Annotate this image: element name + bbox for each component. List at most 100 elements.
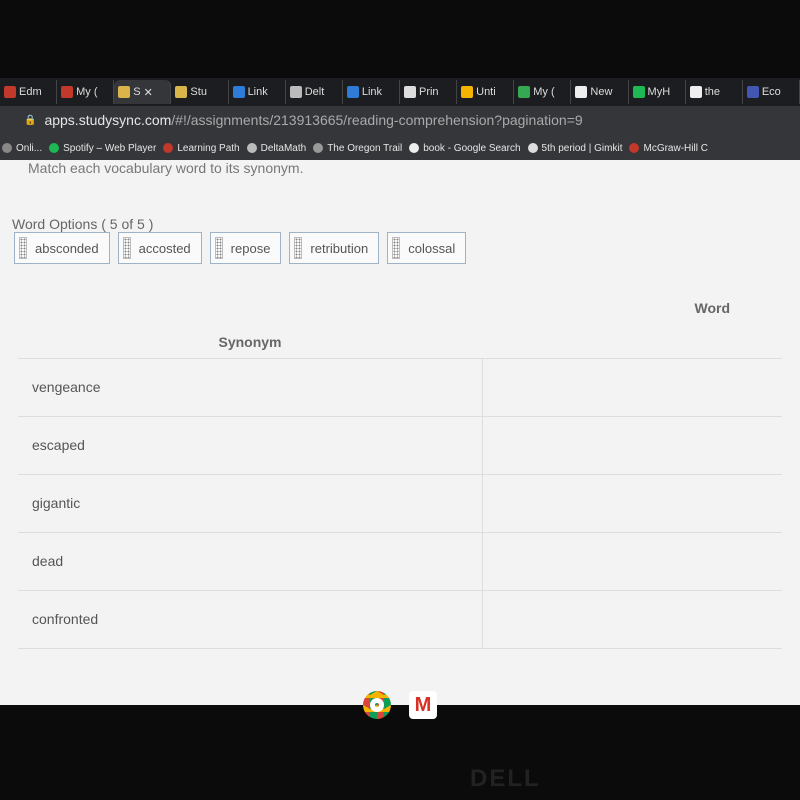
tab-label: Prin [418,86,439,98]
tab-label: Unti [476,86,496,98]
tab[interactable]: MyH [629,80,686,104]
drag-handle-icon[interactable] [294,237,303,259]
drive-icon [518,86,531,98]
tab[interactable]: Link [229,80,286,104]
bookmark-icon [2,143,12,153]
tab[interactable]: the [686,80,743,104]
word-options: absconded accosted repose retribution coloss… [14,232,467,264]
studysync-icon [175,86,188,98]
link-icon [232,86,245,98]
drag-handle-icon[interactable] [19,237,27,259]
word-option-chip[interactable]: colossal [387,232,467,264]
tab[interactable]: My ( [514,80,572,104]
word-options-label: Word Options ( 5 of 5 ) [12,216,154,232]
url-host: apps.studysync.com [44,112,172,128]
gmail-icon[interactable]: M [409,691,437,719]
matching-table: Synonym Word vengeance escaped gigantic dea… [18,300,782,649]
address-bar[interactable]: 🔒 apps.studysync.com/#!/assignments/2139… [0,106,800,134]
drag-handle-icon[interactable] [214,237,223,259]
word-option-label: absconded [35,240,99,256]
bookmark-label: McGraw-Hill C [643,142,708,154]
table-row: vengeance [18,358,782,417]
lock-icon: 🔒 [24,114,37,126]
slides-icon [461,86,474,98]
tab-label: Delt [304,86,325,98]
word-option-chip[interactable]: accosted [117,232,202,264]
google-icon [409,143,420,153]
close-icon[interactable]: ✕ [144,86,153,99]
bookmark-item[interactable]: Onli... [2,143,42,154]
bookmark-item[interactable]: 5th period | Gimkit [527,142,623,154]
tab-strip: Edm My (S ✕ Stu Link Delt Link Prin Unti My (New M… [0,78,800,106]
gimkit-icon [527,143,538,153]
synonym-cell: vengeance [18,358,482,417]
word-option-label: repose [230,240,271,256]
bookmark-label: Learning Path [177,142,240,154]
word-option-label: retribution [310,240,369,256]
bookmark-item[interactable]: The Oregon Trail [313,143,402,154]
spotify-icon [632,86,645,98]
tab[interactable]: New [571,80,629,104]
bookmark-item[interactable]: DeltaMath [246,143,306,154]
gw-icon [403,86,416,98]
synonym-cell: gigantic [18,474,482,533]
word-drop-zone[interactable] [481,474,782,533]
tab[interactable]: Delt [286,80,343,104]
bookmark-label: Spotify – Web Player [63,142,157,154]
mcgraw-hill-icon [61,86,74,98]
word-drop-zone[interactable] [481,590,782,649]
bookmark-label: Onli... [16,142,43,154]
tab-label: My ( [533,86,555,98]
chrome-icon [575,86,588,98]
tab[interactable]: Edm [0,80,58,104]
bookmark-label: 5th period | Gimkit [541,142,623,154]
synonym-cell: dead [18,532,482,591]
chrome-icon[interactable] [363,691,391,719]
mcgraw-hill-icon [629,143,640,153]
word-option-label: accosted [138,240,191,256]
spotify-icon [49,143,60,153]
tab-label: Link [361,86,383,98]
tab-label: S [133,86,141,98]
synonym-header: Synonym [18,300,482,359]
tab-label: the [704,86,720,98]
word-option-chip[interactable]: absconded [14,232,110,264]
bookmark-label: book - Google Search [423,142,521,154]
tab-label: My ( [76,86,98,98]
drag-handle-icon[interactable] [392,237,401,259]
word-drop-zone[interactable] [481,416,782,475]
tab[interactable]: S ✕ [114,80,172,104]
deltamath-icon [246,143,257,153]
bookmarks-bar: Onli... Spotify – Web Player Learning Path… [0,134,800,162]
studysync-icon [118,86,131,98]
dell-logo: DELL [470,765,541,792]
tab[interactable]: Prin [400,80,458,104]
taskbar: M [0,690,800,720]
word-drop-zone[interactable] [481,532,782,591]
table-row: confronted [18,590,782,649]
oregon-trail-icon [313,143,324,153]
google-icon [689,86,702,98]
bookmark-item[interactable]: book - Google Search [409,142,521,154]
tab[interactable]: My ( [57,80,115,104]
bookmark-item[interactable]: Learning Path [163,142,240,154]
tab-label: Eco [761,86,781,98]
tab[interactable]: Eco [743,80,800,104]
tab-label: MyH [647,86,671,98]
tab-label: Edm [19,86,42,98]
table-row: dead [18,532,782,591]
bookmark-item[interactable]: McGraw-Hill C [629,142,708,154]
bookmark-item[interactable]: Spotify – Web Player [49,143,156,154]
synonym-cell: confronted [18,590,482,649]
table-row: escaped [18,416,782,475]
tab-label: Link [247,86,268,98]
tab[interactable]: Unti [457,80,515,104]
tab[interactable]: Link [343,80,400,104]
drag-handle-icon[interactable] [122,237,131,259]
tab[interactable]: Stu [171,80,229,104]
word-drop-zone[interactable] [481,358,782,417]
word-option-label: colossal [408,240,456,256]
edmentum-icon [163,143,174,153]
word-option-chip[interactable]: retribution [289,232,380,264]
word-option-chip[interactable]: repose [209,232,282,264]
